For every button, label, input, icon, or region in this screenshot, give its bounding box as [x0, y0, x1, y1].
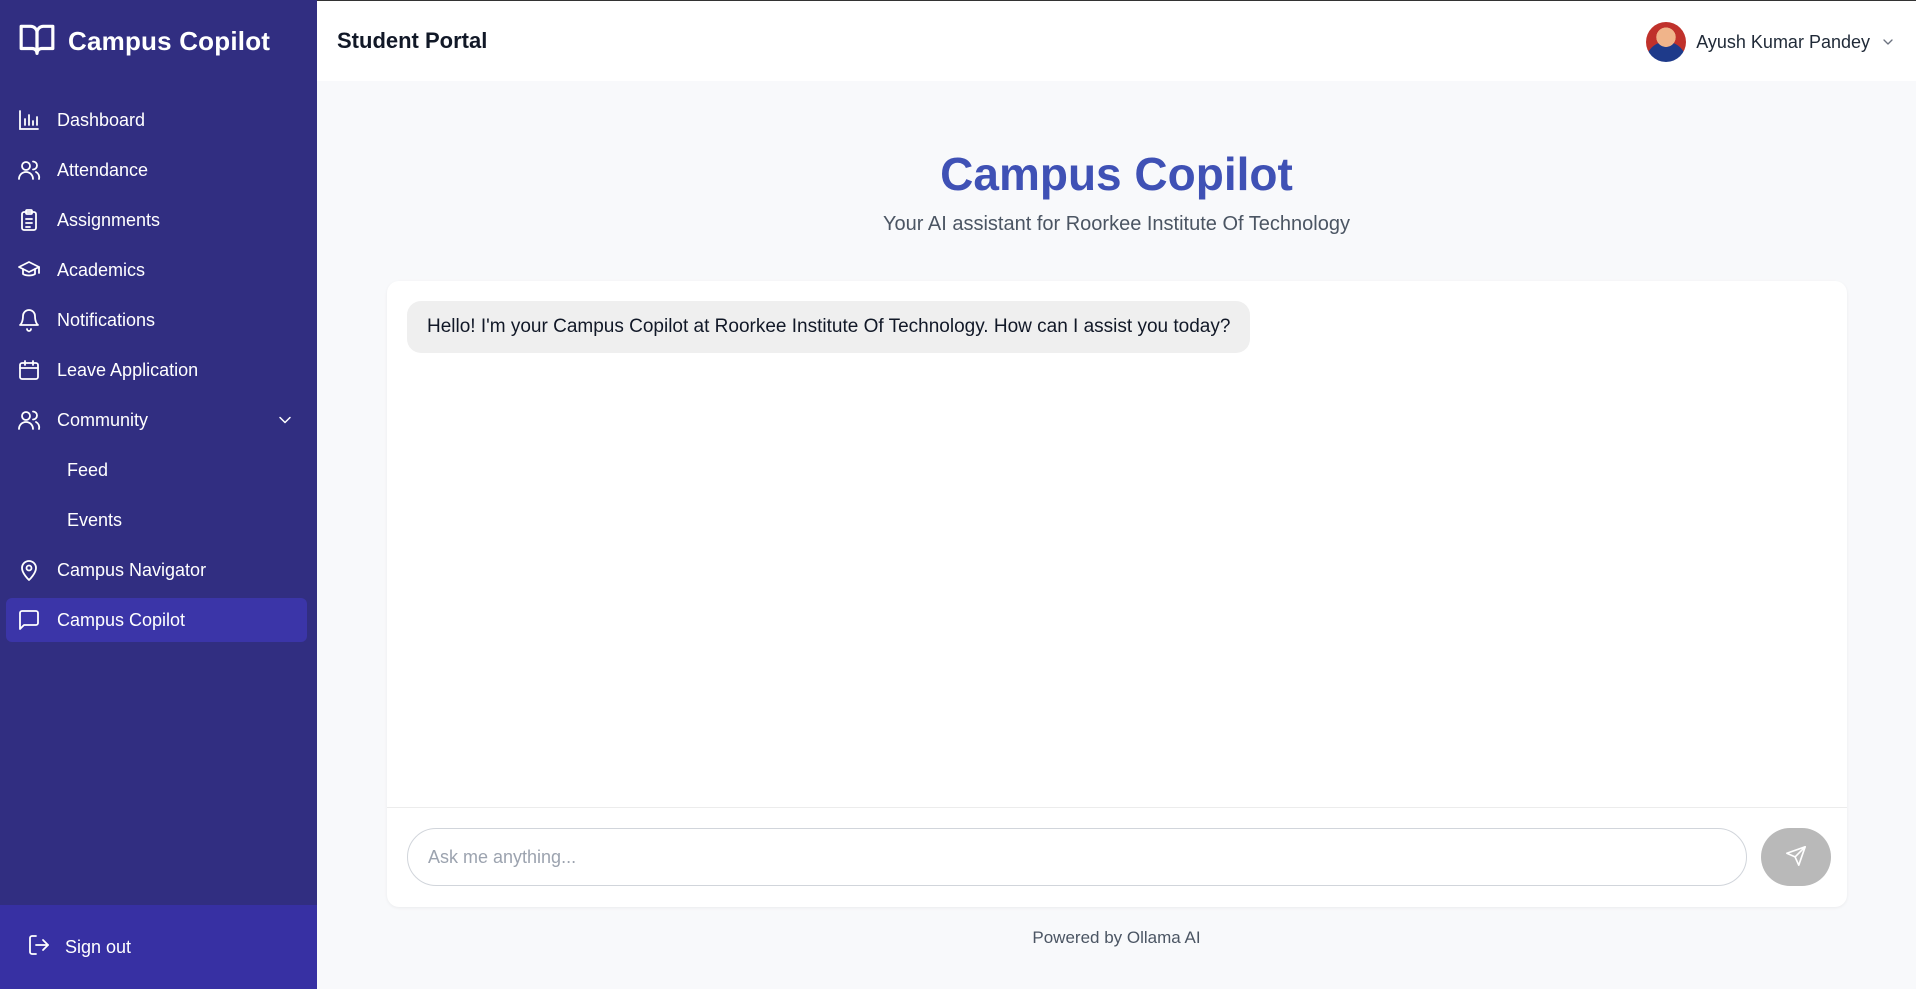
sidebar-item-academics[interactable]: Academics: [6, 248, 307, 292]
user-menu[interactable]: Ayush Kumar Pandey: [1646, 22, 1896, 62]
sidebar-subitem-events[interactable]: Events: [6, 498, 307, 542]
send-icon: [1785, 845, 1807, 870]
sidebar-item-assignments[interactable]: Assignments: [6, 198, 307, 242]
sidebar-item-label: Community: [57, 409, 149, 430]
powered-by-footer: Powered by Ollama AI: [1032, 928, 1201, 947]
copilot-subtitle: Your AI assistant for Roorkee Institute …: [883, 213, 1350, 235]
sidebar-item-label: Notifications: [57, 309, 156, 330]
brand-title: Campus Copilot: [68, 25, 271, 56]
assistant-message: Hello! I'm your Campus Copilot at Roorke…: [407, 301, 1251, 353]
chat-panel: Hello! I'm your Campus Copilot at Roorke…: [387, 281, 1847, 907]
message-list[interactable]: Hello! I'm your Campus Copilot at Roorke…: [387, 281, 1847, 807]
sidebar-item-label: Campus Copilot: [57, 609, 186, 630]
log-out-icon: [27, 933, 51, 962]
main-content: Campus Copilot Your AI assistant for Roo…: [317, 81, 1916, 989]
sidebar-item-label: Attendance: [57, 159, 149, 180]
clipboard-icon: [17, 208, 41, 232]
graduation-cap-icon: [17, 258, 41, 282]
brand[interactable]: Campus Copilot: [18, 22, 270, 60]
bar-chart-icon: [17, 108, 41, 132]
sidebar-item-attendance[interactable]: Attendance: [6, 148, 307, 192]
chevron-down-icon[interactable]: [275, 410, 295, 430]
sidebar-nav: Dashboard Attendance Assignments Academi…: [6, 98, 307, 648]
users-icon: [17, 408, 41, 432]
page-title: Student Portal: [337, 28, 488, 53]
user-name: Ayush Kumar Pandey: [1696, 31, 1870, 52]
chevron-down-icon: [1880, 34, 1896, 50]
sidebar-item-dashboard[interactable]: Dashboard: [6, 98, 307, 142]
users-icon: [17, 158, 41, 182]
message-square-icon: [17, 608, 41, 632]
bell-icon: [17, 308, 41, 332]
avatar: [1646, 22, 1687, 62]
sidebar: Campus Copilot Dashboard Attendance Assi…: [0, 0, 317, 989]
sign-out-label: Sign out: [65, 936, 132, 957]
sidebar-item-campus-navigator[interactable]: Campus Navigator: [6, 548, 307, 592]
sidebar-item-label: Campus Navigator: [57, 559, 207, 580]
sidebar-item-notifications[interactable]: Notifications: [6, 298, 307, 342]
sidebar-item-campus-copilot[interactable]: Campus Copilot: [6, 598, 307, 642]
copilot-title: Campus Copilot: [940, 148, 1293, 200]
sidebar-footer: Sign out: [0, 905, 317, 989]
book-open-icon: [18, 20, 56, 63]
sidebar-item-label: Academics: [57, 259, 146, 280]
sidebar-item-community[interactable]: Community: [6, 398, 307, 442]
chat-composer: [387, 807, 1847, 907]
top-header: Student Portal Ayush Kumar Pandey: [317, 0, 1916, 81]
send-button[interactable]: [1761, 828, 1831, 886]
calendar-icon: [17, 358, 41, 382]
sidebar-item-leave-application[interactable]: Leave Application: [6, 348, 307, 392]
sidebar-item-label: Leave Application: [57, 359, 199, 380]
sign-out-button[interactable]: Sign out: [27, 933, 131, 962]
chat-input[interactable]: [407, 828, 1747, 886]
sidebar-item-label: Dashboard: [57, 109, 146, 130]
sidebar-item-label: Assignments: [57, 209, 161, 230]
sidebar-subitem-feed[interactable]: Feed: [6, 448, 307, 492]
map-pin-icon: [17, 558, 41, 582]
